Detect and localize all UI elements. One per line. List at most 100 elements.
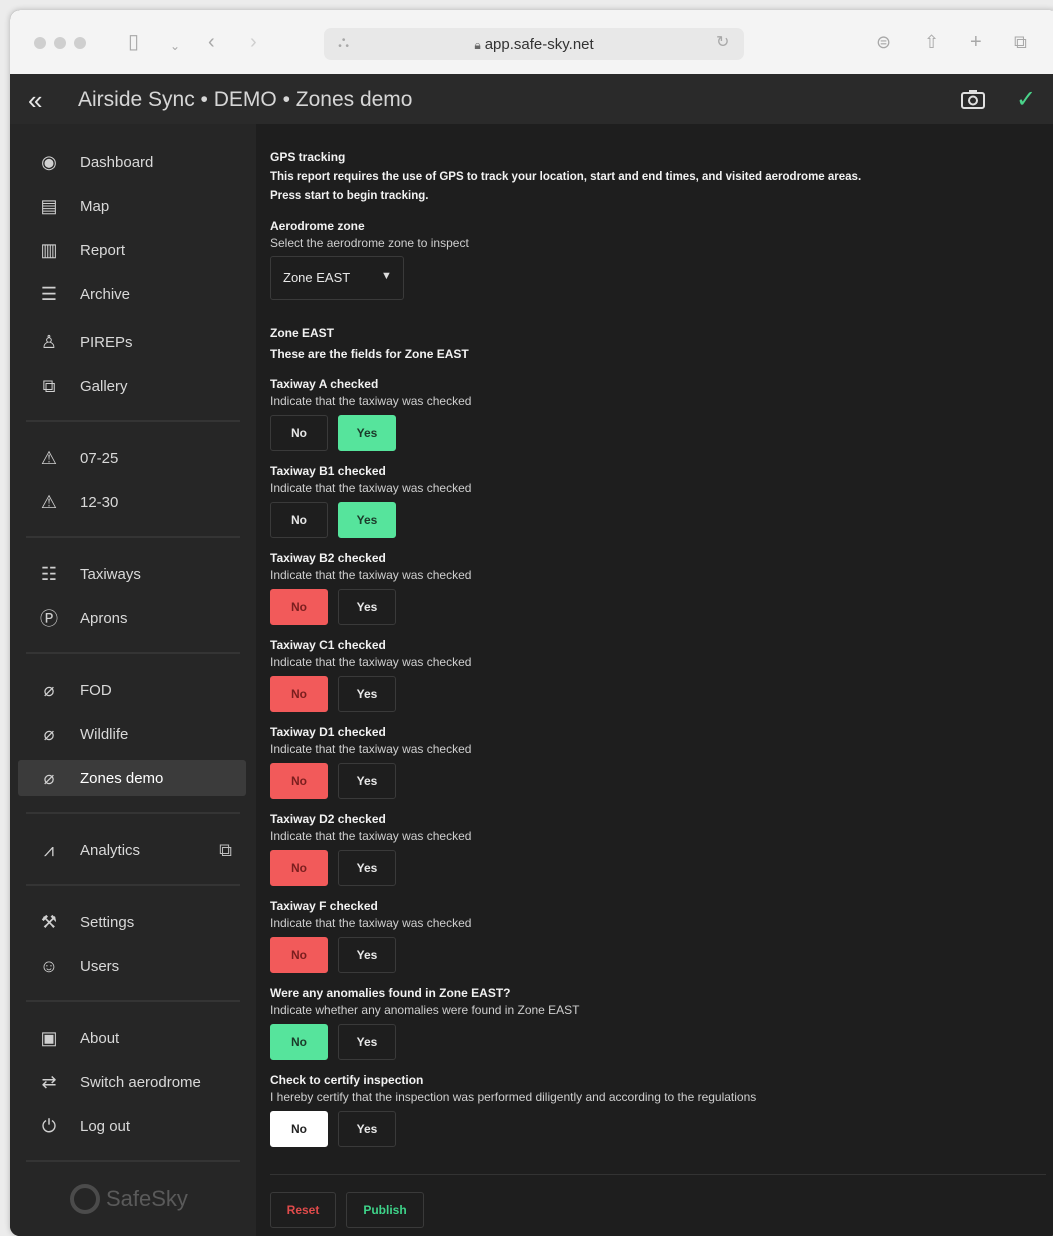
- reload-icon[interactable]: ↻: [716, 33, 729, 53]
- minimize-window-button[interactable]: [54, 37, 66, 49]
- sidebar-item-label: Log out: [80, 1117, 131, 1135]
- caret-down-icon: ▼: [381, 270, 392, 282]
- question-label: Taxiway D1 checked: [270, 725, 386, 739]
- sidebar-divider: [26, 652, 240, 654]
- zoom-window-button[interactable]: [74, 37, 86, 49]
- sidebar-item-settings[interactable]: ⚒ Settings: [18, 904, 246, 940]
- sidebar-item-report[interactable]: ▥ Report: [18, 232, 246, 268]
- question-hint: Indicate that the taxiway was checked: [270, 916, 472, 930]
- collapse-sidebar-icon[interactable]: «: [28, 85, 42, 116]
- inspection-form: GPS tracking This report requires the us…: [256, 124, 1053, 1236]
- parking-icon: Ⓟ: [40, 609, 58, 629]
- option-no-button[interactable]: No: [270, 502, 328, 538]
- sidebar-item-gallery[interactable]: ⧉ Gallery: [18, 368, 246, 404]
- option-no-button[interactable]: No: [270, 1111, 328, 1147]
- option-no-button[interactable]: No: [270, 850, 328, 886]
- sidebar-item-label: Archive: [80, 285, 131, 303]
- swap-icon: ⇄: [41, 1071, 57, 1092]
- tab-overview-icon[interactable]: ⧉: [1014, 32, 1027, 52]
- question-hint: Indicate that the taxiway was checked: [270, 655, 472, 669]
- question-label: Check to certify inspection: [270, 1073, 424, 1087]
- external-link-icon: ⧉: [219, 839, 232, 860]
- option-yes-button[interactable]: Yes: [338, 415, 396, 451]
- sidebar-item-label: PIREPs: [80, 333, 133, 351]
- sidebar-item-zones-demo[interactable]: ⌀ Zones demo: [18, 760, 246, 796]
- forward-icon[interactable]: ›: [250, 32, 257, 52]
- sidebar-item-wildlife[interactable]: ⌀ Wildlife: [18, 716, 246, 752]
- sidebar-item-analytics[interactable]: ⩘ Analytics ⧉: [18, 832, 246, 868]
- question-label: Taxiway F checked: [270, 899, 378, 913]
- sidebar-item-label: Taxiways: [80, 565, 141, 583]
- url-text: app.safe-sky.net: [484, 36, 594, 53]
- sidebar-item-fod[interactable]: ⌀ FOD: [18, 672, 246, 708]
- option-yes-button[interactable]: Yes: [338, 589, 396, 625]
- zone-select-dropdown[interactable]: Zone EAST ▼: [270, 256, 404, 300]
- zone-select-value: Zone EAST: [283, 270, 351, 285]
- gps-description-2: Press start to begin tracking.: [270, 190, 429, 202]
- sidebar-item-log-out[interactable]: ⏻ Log out: [18, 1108, 246, 1144]
- paperclip-icon: ⌀: [43, 767, 55, 788]
- gallery-icon: ⧉: [42, 375, 56, 396]
- address-bar[interactable]: ⛬ 🔒︎ app.safe-sky.net ↻: [324, 28, 744, 60]
- option-yes-button[interactable]: Yes: [338, 502, 396, 538]
- sidebar-item-label: 12-30: [80, 493, 119, 511]
- sidebar-item-aprons[interactable]: Ⓟ Aprons: [18, 600, 246, 636]
- share-icon[interactable]: ⇧: [924, 32, 939, 52]
- close-window-button[interactable]: [34, 37, 46, 49]
- option-no-button[interactable]: No: [270, 415, 328, 451]
- sidebar-item-label: Wildlife: [80, 725, 129, 743]
- sidebar-item-label: Map: [80, 197, 110, 215]
- question-hint: Indicate that the taxiway was checked: [270, 742, 472, 756]
- sidebar-item-label: Analytics: [80, 841, 141, 859]
- gps-description-1: This report requires the use of GPS to t…: [270, 171, 862, 183]
- question-label: Taxiway C1 checked: [270, 638, 386, 652]
- option-no-button[interactable]: No: [270, 676, 328, 712]
- sidebar-item-switch-aerodrome[interactable]: ⇄ Switch aerodrome: [18, 1064, 246, 1100]
- zone-select-subtitle: Select the aerodrome zone to inspect: [270, 236, 469, 250]
- option-yes-button[interactable]: Yes: [338, 1024, 396, 1060]
- option-yes-button[interactable]: Yes: [338, 763, 396, 799]
- eye-icon: ◉: [41, 151, 57, 172]
- sidebar-item-pireps[interactable]: ♙ PIREPs: [18, 324, 246, 360]
- sidebar-item-runway-12-30[interactable]: ⚠ 12-30: [18, 484, 246, 520]
- camera-icon[interactable]: [960, 88, 986, 110]
- sidebar-item-label: Users: [80, 957, 120, 975]
- sidebar-item-runway-07-25[interactable]: ⚠ 07-25: [18, 440, 246, 476]
- reader-icon[interactable]: ⊜: [876, 32, 891, 52]
- option-yes-button[interactable]: Yes: [338, 937, 396, 973]
- sidebar-item-archive[interactable]: ☰ Archive: [18, 276, 246, 312]
- sidebar-item-about[interactable]: ▣ About: [18, 1020, 246, 1056]
- zone-select-title: Aerodrome zone: [270, 219, 365, 233]
- sidebar-item-map[interactable]: ▤ Map: [18, 188, 246, 224]
- runway-warning-icon: ⚠: [40, 491, 58, 512]
- question-label: Taxiway B1 checked: [270, 464, 386, 478]
- app-header: « Airside Sync • DEMO • Zones demo ✓: [10, 74, 1053, 124]
- sidebar-divider: [26, 884, 240, 886]
- info-card-icon: ▣: [40, 1027, 58, 1048]
- new-tab-icon[interactable]: +: [970, 32, 982, 52]
- sidebar-toggle-icon[interactable]: ▯: [128, 32, 139, 52]
- paperclip-icon: ⌀: [43, 723, 55, 744]
- chevron-down-icon[interactable]: ⌄: [170, 36, 180, 56]
- reset-button[interactable]: Reset: [270, 1192, 336, 1228]
- option-yes-button[interactable]: Yes: [338, 1111, 396, 1147]
- option-no-button[interactable]: No: [270, 937, 328, 973]
- map-icon: ▤: [40, 195, 58, 216]
- user-icon: ☺: [39, 955, 59, 976]
- option-no-button[interactable]: No: [270, 763, 328, 799]
- option-no-button[interactable]: No: [270, 1024, 328, 1060]
- option-yes-button[interactable]: Yes: [338, 850, 396, 886]
- sidebar-item-taxiways[interactable]: ☷ Taxiways: [18, 556, 246, 592]
- sidebar-item-dashboard[interactable]: ◉ Dashboard: [18, 144, 246, 180]
- publish-button[interactable]: Publish: [346, 1192, 424, 1228]
- back-icon[interactable]: ‹: [208, 32, 215, 52]
- question-hint: Indicate that the taxiway was checked: [270, 829, 472, 843]
- sidebar-divider: [26, 536, 240, 538]
- question-hint: I hereby certify that the inspection was…: [270, 1090, 757, 1104]
- option-yes-button[interactable]: Yes: [338, 676, 396, 712]
- sidebar-item-users[interactable]: ☺ Users: [18, 948, 246, 984]
- gps-title: GPS tracking: [270, 150, 346, 164]
- page-title: Airside Sync • DEMO • Zones demo: [78, 88, 413, 111]
- option-no-button[interactable]: No: [270, 589, 328, 625]
- question-hint: Indicate that the taxiway was checked: [270, 568, 472, 582]
